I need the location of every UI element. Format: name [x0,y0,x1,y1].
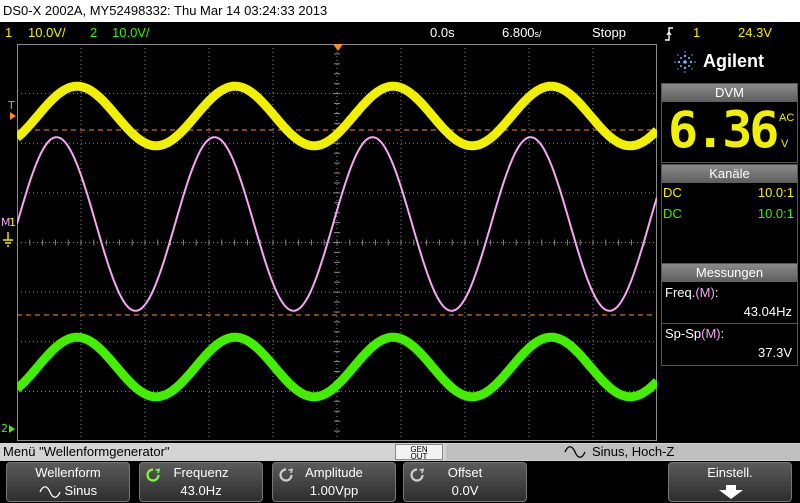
freq-label-suffix: : [714,285,719,300]
freq-label-text: Freq. [665,285,696,300]
channels-title: Kanäle [662,165,797,183]
amplitude-softkey-label: Amplitude [305,465,363,480]
freq-label: Freq.(M): [665,285,718,301]
brand-logo: Agilent [673,49,798,75]
offset-softkey[interactable]: Offset 0.0V [403,462,527,502]
dvm-title: DVM [662,84,797,102]
offset-softkey-label: Offset [447,465,483,480]
time-scale[interactable]: 6.800s/ [502,22,542,45]
pp-label: Sp-Sp(M): [665,326,724,342]
dvm-value: 6.36 [668,101,779,159]
right-info-panel: Agilent DVM 6.36 AC V Kanäle DC 10.0:1 D… [661,44,800,441]
ch1-marker-label: 1 [9,216,16,229]
waveform-display[interactable] [17,44,657,441]
gen-out-bottom: OUT [410,452,428,461]
frequency-softkey-value: 43.0Hz [180,483,222,498]
window-title-bar: DS0-X 2002A, MY52498332: Thu Mar 14 03:2… [0,0,800,22]
ch1-scale[interactable]: 10.0V/ [28,22,66,44]
waveform-softkey-value-row: Sinus [7,483,129,499]
softkey-row: Wellenform Sinus Frequenz 43.0Hz Amplitu… [0,461,800,503]
run-state[interactable]: Stopp [592,22,626,44]
ch1-coupling: DC [663,185,682,200]
channels-box[interactable]: Kanäle DC 10.0:1 DC 10.0:1 [661,164,798,268]
measure-divider [662,323,797,324]
waveform-softkey-label: Wellenform [35,465,101,480]
trigger-marker-arrow [10,112,16,120]
ch2-marker-label: 2 [1,422,8,435]
trigger-position-marker[interactable] [333,44,343,51]
measurements-box[interactable]: Messungen Freq.(M): 43.04Hz Sp-Sp(M): 37… [661,263,798,366]
gen-out-indicator: GEN OUT [395,444,443,461]
ground-icon [2,232,14,248]
output-state-field: Sinus, Hoch-Z [446,444,800,460]
waveform-softkey-value: Sinus [64,483,98,498]
trigger-level[interactable]: 24.3V [738,22,772,44]
pp-value: 37.3V [758,345,792,360]
frequency-softkey-label: Frequenz [173,465,229,480]
status-bar: 1 10.0V/ 2 10.0V/ 0.0s 6.800s/ Stopp 1 2… [0,22,800,44]
ch2-scale[interactable]: 10.0V/ [112,22,150,44]
ch2-number[interactable]: 2 [90,22,97,44]
agilent-spark-icon [674,51,696,73]
trigger-marker-label: T [8,99,15,112]
ch2-waveform [17,332,657,402]
freq-value: 43.04Hz [743,304,792,319]
pp-label-text: Sp-Sp [665,326,702,341]
menu-title: Menü "Wellenformgenerator" [3,444,170,459]
dvm-box[interactable]: DVM 6.36 AC V [661,83,798,163]
settings-softkey-label: Einstell. [707,465,753,480]
brand-name: Agilent [703,51,764,71]
frequency-softkey[interactable]: Frequenz 43.0Hz [139,462,263,502]
waveform-softkey[interactable]: Wellenform Sinus [6,462,130,502]
pp-source: (M) [701,326,721,341]
ch2-coupling: DC [663,206,682,221]
trigger-source[interactable]: 1 [693,22,700,44]
time-scale-unit: s/ [534,29,542,39]
window-title: DS0-X 2002A, MY52498332: Thu Mar 14 03:2… [3,3,328,18]
ch2-probe-ratio: 10.0:1 [757,206,794,221]
measurements-title: Messungen [662,264,797,282]
dvm-unit: V [781,138,789,150]
graticule [17,44,657,441]
dvm-mode: AC [779,112,795,124]
trigger-edge-icon [664,26,674,41]
time-offset[interactable]: 0.0s [430,22,455,44]
amplitude-softkey[interactable]: Amplitude 1.00Vpp [272,462,396,502]
menu-title-bar: Menü "Wellenformgenerator" GEN OUT Sinus… [0,443,800,461]
offset-softkey-value: 0.0V [451,483,479,498]
sine-icon [564,446,586,458]
pp-label-suffix: : [720,326,725,341]
output-state: Sinus, Hoch-Z [592,444,675,459]
down-arrow-icon [719,485,743,499]
ch1-probe-ratio: 10.0:1 [757,185,794,200]
ch1-number[interactable]: 1 [5,22,12,44]
settings-softkey[interactable]: Einstell. [668,462,792,502]
ch2-marker-arrow [9,425,15,433]
sine-icon [39,485,61,498]
amplitude-softkey-value: 1.00Vpp [309,483,359,498]
freq-source: (M) [695,285,715,300]
time-scale-value: 6.800 [502,25,535,40]
